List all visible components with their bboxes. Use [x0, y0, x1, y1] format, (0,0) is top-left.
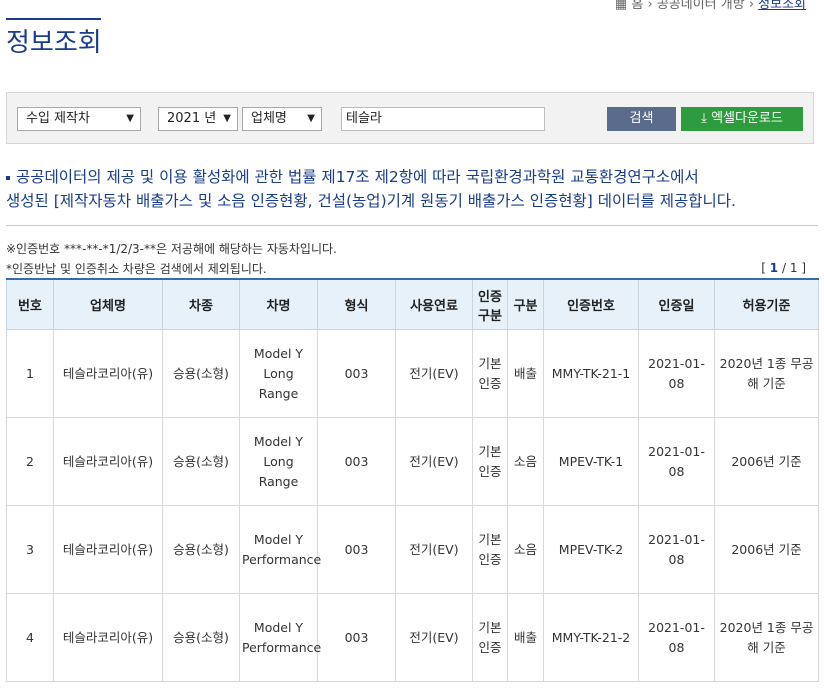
cell-cert-no: MPEV-TK-2 [543, 505, 639, 594]
cell-type: 승용(소형) [162, 417, 240, 506]
cell-fuel: 전기(EV) [395, 593, 473, 682]
column-header: 인증일 [638, 278, 715, 330]
column-header: 인증번호 [543, 278, 639, 330]
cell-div: 소음 [507, 417, 544, 506]
cell-cert-no: MMY-TK-21-1 [543, 329, 639, 418]
cell-fuel: 전기(EV) [395, 505, 473, 594]
search-button[interactable]: 검색 [607, 107, 676, 131]
cell-cert-type: 기본인증 [472, 417, 508, 506]
note-excluded: *인증반납 및 인증취소 차량은 검색에서 제외됩니다. [6, 262, 267, 276]
cell-cert-type: 기본인증 [472, 329, 508, 418]
pagination-status: [ 1 / 1 ] [761, 261, 806, 275]
column-header: 형식 [317, 278, 396, 330]
cell-form: 003 [317, 505, 396, 594]
divider [6, 225, 818, 226]
title-accent-bar [6, 18, 101, 20]
cell-standard: 2006년 기준 [714, 417, 819, 506]
total-pages: 1 [789, 261, 798, 275]
cell-date: 2021-01-08 [638, 417, 715, 506]
current-page: 1 [769, 261, 779, 275]
cell-cert-no: MMY-TK-21-2 [543, 593, 639, 682]
table-row: 4 테슬라코리아(유) 승용(소형) Model Y Performance 0… [6, 593, 819, 682]
column-header: 허용기준 [714, 278, 819, 330]
cell-fuel: 전기(EV) [395, 329, 473, 418]
cell-form: 003 [317, 329, 396, 418]
download-icon: ⤓ [701, 111, 707, 126]
cell-date: 2021-01-08 [638, 593, 715, 682]
cell-type: 승용(소형) [162, 593, 240, 682]
cell-name: Model Y Long Range [239, 329, 318, 418]
chevron-right-icon: › [748, 0, 755, 12]
chevron-down-icon: ▼ [126, 113, 134, 124]
cell-no: 1 [6, 329, 54, 418]
cell-div: 배출 [507, 329, 544, 418]
cell-div: 배출 [507, 593, 544, 682]
cell-company: 테슬라코리아(유) [53, 417, 163, 506]
search-filter-panel: 수입 제작차 ▼ 2021 년 ▼ 업체명 ▼ 테슬라 검색 ⤓ 엑셀다운로드 [6, 92, 814, 144]
cell-cert-type: 기본인증 [472, 593, 508, 682]
column-header: 구분 [507, 278, 544, 330]
cell-company: 테슬라코리아(유) [53, 505, 163, 594]
cell-company: 테슬라코리아(유) [53, 593, 163, 682]
table-row: 3 테슬라코리아(유) 승용(소형) Model Y Performance 0… [6, 505, 819, 594]
breadcrumb-section[interactable]: 공공데이터 개방 [657, 0, 745, 12]
cell-date: 2021-01-08 [638, 329, 715, 418]
cell-form: 003 [317, 593, 396, 682]
cell-name: Model Y Long Range [239, 417, 318, 506]
column-header: 사용연료 [395, 278, 473, 330]
cell-type: 승용(소형) [162, 329, 240, 418]
chevron-right-icon: › [647, 0, 653, 12]
excel-download-button[interactable]: ⤓ 엑셀다운로드 [681, 107, 803, 131]
column-header: 차명 [239, 278, 318, 330]
home-icon[interactable]: ▦ [615, 0, 627, 12]
cell-no: 4 [6, 593, 54, 682]
note-low-emission: ※인증번호 ***-**-*1/2/3-**은 저공해에 해당하는 자동차입니다… [6, 242, 337, 256]
chevron-down-icon: ▼ [307, 113, 315, 124]
cell-cert-type: 기본인증 [472, 505, 508, 594]
cell-date: 2021-01-08 [638, 505, 715, 594]
cell-div: 소음 [507, 505, 544, 594]
cell-cert-no: MPEV-TK-1 [543, 417, 639, 506]
table-row: 1 테슬라코리아(유) 승용(소형) Model Y Long Range 00… [6, 329, 819, 418]
cell-standard: 2020년 1종 무공해 기준 [714, 593, 819, 682]
cell-no: 2 [6, 417, 54, 506]
cell-standard: 2006년 기준 [714, 505, 819, 594]
cell-fuel: 전기(EV) [395, 417, 473, 506]
cell-no: 3 [6, 505, 54, 594]
cell-form: 003 [317, 417, 396, 506]
cell-name: Model Y Performance [239, 593, 321, 682]
cell-company: 테슬라코리아(유) [53, 329, 163, 418]
breadcrumb-current[interactable]: 정보조회 [758, 0, 806, 12]
column-header: 차종 [162, 278, 240, 330]
vehicle-type-select[interactable]: 수입 제작차 ▼ [17, 107, 141, 131]
column-header: 업체명 [53, 278, 163, 330]
breadcrumb: ▦ 홈 › 공공데이터 개방 › 정보조회 [615, 0, 806, 12]
bullet-icon [6, 175, 10, 180]
search-field-select[interactable]: 업체명 ▼ [242, 107, 322, 131]
cell-standard: 2020년 1종 무공해 기준 [714, 329, 819, 418]
table-header-row: 번호 업체명 차종 차명 형식 사용연료 인증구분 구분 인증번호 인증일 허용… [6, 278, 819, 330]
cell-type: 승용(소형) [162, 505, 240, 594]
cell-name: Model Y Performance [239, 505, 321, 594]
page-title: 정보조회 [6, 28, 102, 58]
certification-table: 번호 업체명 차종 차명 형식 사용연료 인증구분 구분 인증번호 인증일 허용… [6, 278, 819, 682]
search-input[interactable]: 테슬라 [341, 107, 545, 131]
table-row: 2 테슬라코리아(유) 승용(소형) Model Y Long Range 00… [6, 417, 819, 506]
chevron-down-icon: ▼ [223, 113, 231, 124]
year-select[interactable]: 2021 년 ▼ [158, 107, 238, 131]
column-header: 번호 [6, 278, 54, 330]
column-header: 인증구분 [472, 278, 508, 330]
breadcrumb-home[interactable]: 홈 [631, 0, 643, 12]
data-notice: 공공데이터의 제공 및 이용 활성화에 관한 법률 제17조 제2항에 따라 국… [6, 168, 736, 210]
